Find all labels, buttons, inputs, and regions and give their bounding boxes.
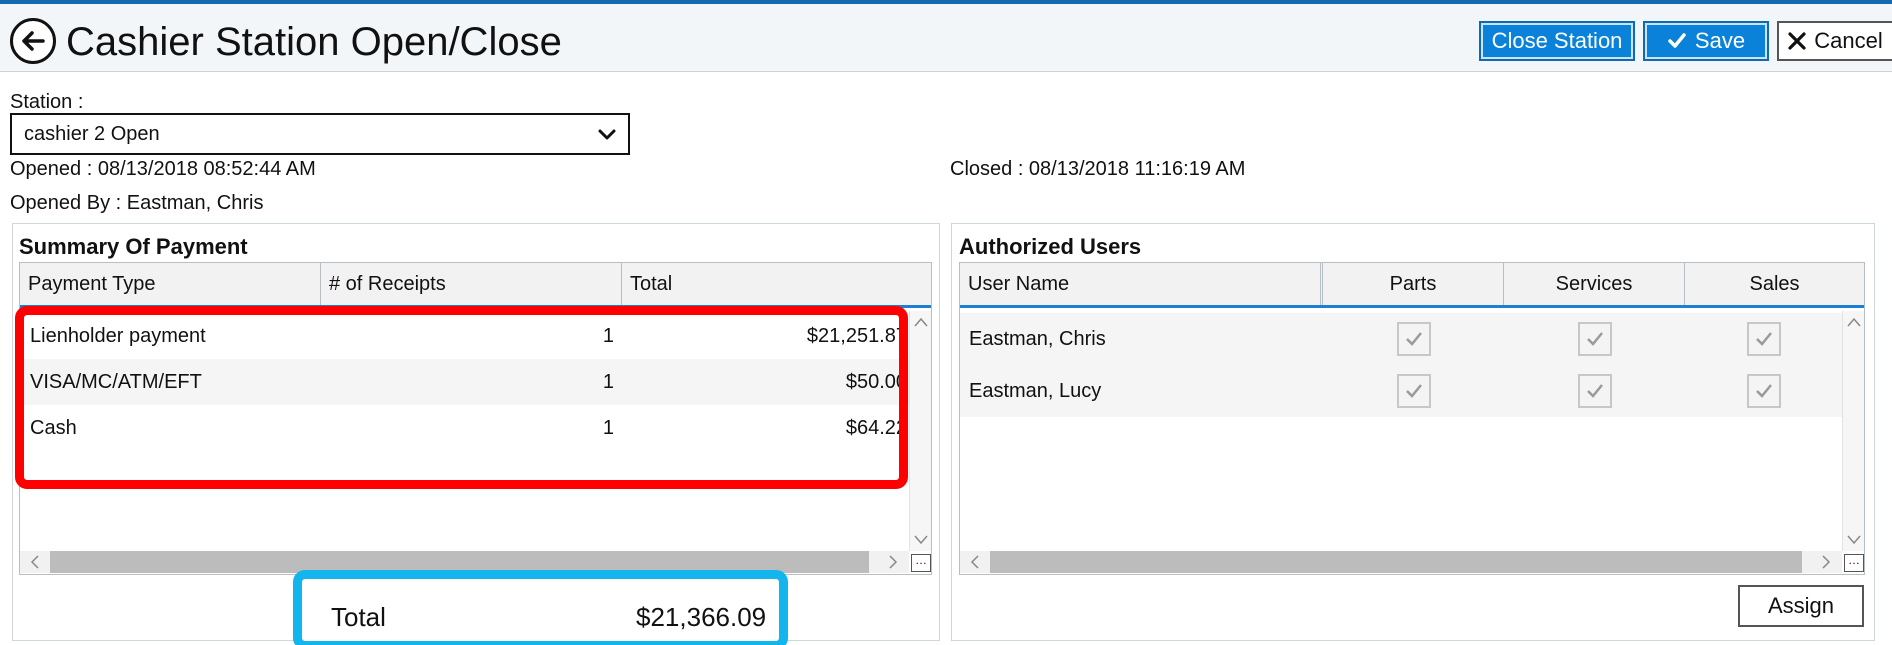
col-services[interactable]: Services bbox=[1504, 263, 1685, 305]
arrow-left-icon bbox=[22, 31, 45, 51]
save-label: Save bbox=[1694, 28, 1746, 53]
cell-sales bbox=[1685, 313, 1842, 365]
vertical-scrollbar[interactable] bbox=[1842, 311, 1864, 551]
scroll-left-icon[interactable] bbox=[968, 554, 982, 570]
scroll-up-icon[interactable] bbox=[913, 315, 929, 329]
cell-services bbox=[1504, 313, 1685, 365]
vertical-scrollbar[interactable] bbox=[909, 311, 931, 551]
closed-timestamp: Closed : 08/13/2018 11:16:19 AM bbox=[950, 158, 1246, 180]
total-value: $21,366.09 bbox=[636, 602, 767, 632]
table-row[interactable]: Eastman, Chris bbox=[960, 313, 1842, 365]
authorized-grid-header: User Name Parts Services Sales bbox=[960, 263, 1864, 308]
cell-parts bbox=[1323, 313, 1504, 365]
cell-user-name: Eastman, Lucy bbox=[969, 379, 1102, 402]
authorized-users-title: Authorized Users bbox=[959, 234, 1142, 259]
check-icon bbox=[1405, 384, 1422, 398]
page-title: Cashier Station Open/Close bbox=[66, 20, 562, 64]
table-row[interactable]: Eastman, Lucy bbox=[960, 365, 1842, 417]
save-button[interactable]: Save bbox=[1643, 21, 1769, 61]
cell-payment-type: Lienholder payment bbox=[30, 324, 206, 347]
cell-user-name: Eastman, Chris bbox=[969, 327, 1106, 350]
page-header: Cashier Station Open/Close Close Station… bbox=[0, 4, 1892, 72]
parts-checkbox[interactable] bbox=[1396, 322, 1431, 356]
x-icon bbox=[1788, 32, 1806, 50]
table-row[interactable]: VISA/MC/ATM/EFT 1 $50.00 bbox=[20, 359, 909, 405]
services-checkbox[interactable] bbox=[1577, 322, 1612, 356]
sales-checkbox[interactable] bbox=[1746, 322, 1781, 356]
check-icon bbox=[1405, 332, 1422, 346]
cell-receipts: 1 bbox=[602, 324, 614, 347]
scroll-right-icon[interactable] bbox=[1819, 554, 1833, 570]
summary-grid-header: Payment Type # of Receipts Total bbox=[20, 263, 931, 308]
cell-total: $64.22 bbox=[845, 416, 907, 439]
summary-grid: Payment Type # of Receipts Total Lienhol… bbox=[19, 262, 932, 575]
col-sales[interactable]: Sales bbox=[1685, 263, 1864, 305]
horizontal-scrollbar[interactable] bbox=[20, 551, 909, 573]
assign-label: Assign bbox=[1767, 593, 1835, 618]
scroll-right-icon[interactable] bbox=[886, 554, 900, 570]
cell-services bbox=[1504, 365, 1685, 417]
check-icon bbox=[1586, 332, 1603, 346]
chevron-down-icon bbox=[598, 129, 616, 140]
cell-total: $21,251.87 bbox=[806, 324, 907, 347]
cell-payment-type: VISA/MC/ATM/EFT bbox=[30, 370, 202, 393]
check-icon bbox=[1755, 332, 1772, 346]
col-user-name[interactable]: User Name bbox=[960, 263, 1323, 305]
check-icon bbox=[1755, 384, 1772, 398]
table-row[interactable]: Lienholder payment 1 $21,251.87 bbox=[20, 313, 909, 359]
cell-parts bbox=[1323, 365, 1504, 417]
cancel-button[interactable]: Cancel bbox=[1777, 21, 1892, 61]
cell-payment-type: Cash bbox=[30, 416, 77, 439]
services-checkbox[interactable] bbox=[1577, 374, 1612, 408]
scroll-down-icon[interactable] bbox=[913, 533, 929, 547]
col-payment-type[interactable]: Payment Type bbox=[20, 263, 321, 305]
station-label: Station : bbox=[10, 91, 84, 113]
table-row[interactable]: Cash 1 $64.22 bbox=[20, 405, 909, 451]
close-station-label: Close Station bbox=[1491, 28, 1623, 53]
opened-timestamp: Opened : 08/13/2018 08:52:44 AM bbox=[10, 158, 316, 180]
assign-button[interactable]: Assign bbox=[1738, 585, 1864, 627]
scroll-down-icon[interactable] bbox=[1846, 533, 1862, 547]
total-label: Total bbox=[331, 602, 386, 632]
parts-checkbox[interactable] bbox=[1396, 374, 1431, 408]
authorized-users-grid: User Name Parts Services Sales Eastman, … bbox=[959, 262, 1865, 575]
cell-sales bbox=[1685, 365, 1842, 417]
sales-checkbox[interactable] bbox=[1746, 374, 1781, 408]
grid-options-button[interactable]: … bbox=[1844, 554, 1864, 572]
cell-total: $50.00 bbox=[845, 370, 907, 393]
horizontal-scrollbar[interactable] bbox=[960, 551, 1842, 573]
summary-title: Summary Of Payment bbox=[19, 234, 248, 259]
col-receipts[interactable]: # of Receipts bbox=[321, 263, 622, 305]
cancel-label: Cancel bbox=[1814, 28, 1883, 53]
cell-receipts: 1 bbox=[602, 370, 614, 393]
check-icon bbox=[1586, 384, 1603, 398]
scroll-up-icon[interactable] bbox=[1846, 315, 1862, 329]
col-parts[interactable]: Parts bbox=[1323, 263, 1504, 305]
back-button[interactable] bbox=[10, 18, 56, 64]
scroll-left-icon[interactable] bbox=[28, 554, 42, 570]
cell-receipts: 1 bbox=[602, 416, 614, 439]
station-select[interactable]: cashier 2 Open bbox=[10, 113, 630, 155]
check-icon bbox=[1668, 33, 1686, 48]
col-total[interactable]: Total bbox=[622, 263, 931, 305]
close-station-button[interactable]: Close Station bbox=[1479, 21, 1635, 61]
station-selected-value: cashier 2 Open bbox=[24, 122, 160, 145]
opened-by: Opened By : Eastman, Chris bbox=[10, 192, 264, 214]
grid-options-button[interactable]: … bbox=[911, 554, 931, 572]
